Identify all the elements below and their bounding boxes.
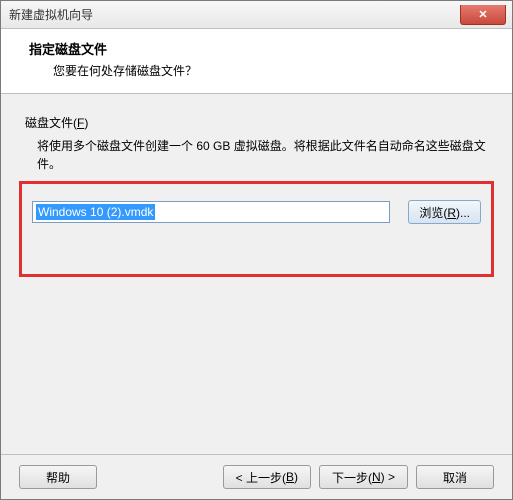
header-panel: 指定磁盘文件 您要在何处存储磁盘文件？ (1, 29, 512, 94)
window-title: 新建虚拟机向导 (9, 6, 93, 23)
help-button[interactable]: 帮助 (19, 465, 97, 489)
disk-file-description: 将使用多个磁盘文件创建一个 60 GB 虚拟磁盘。将根据此文件名自动命名这些磁盘… (25, 137, 488, 173)
button-bar: 帮助 < 上一步(B) 下一步(N) > 取消 (1, 454, 512, 499)
close-icon: ✕ (478, 8, 487, 21)
disk-file-input[interactable]: Windows 10 (2).vmdk (32, 201, 390, 223)
disk-file-input-value: Windows 10 (2).vmdk (36, 204, 155, 220)
disk-file-label: 磁盘文件(F) (25, 114, 488, 131)
next-button[interactable]: 下一步(N) > (319, 465, 408, 489)
page-subtitle: 您要在何处存储磁盘文件？ (29, 62, 492, 79)
content-area: 磁盘文件(F) 将使用多个磁盘文件创建一个 60 GB 虚拟磁盘。将根据此文件名… (1, 94, 512, 454)
back-button[interactable]: < 上一步(B) (223, 465, 311, 489)
page-title: 指定磁盘文件 (29, 39, 492, 58)
file-input-row: Windows 10 (2).vmdk 浏览(R)... (32, 200, 481, 224)
wizard-window: 新建虚拟机向导 ✕ 指定磁盘文件 您要在何处存储磁盘文件？ 磁盘文件(F) 将使… (0, 0, 513, 500)
highlight-annotation: Windows 10 (2).vmdk 浏览(R)... (19, 181, 494, 277)
close-button[interactable]: ✕ (460, 5, 506, 25)
cancel-button[interactable]: 取消 (416, 465, 494, 489)
browse-button[interactable]: 浏览(R)... (408, 200, 481, 224)
title-bar: 新建虚拟机向导 ✕ (1, 1, 512, 29)
